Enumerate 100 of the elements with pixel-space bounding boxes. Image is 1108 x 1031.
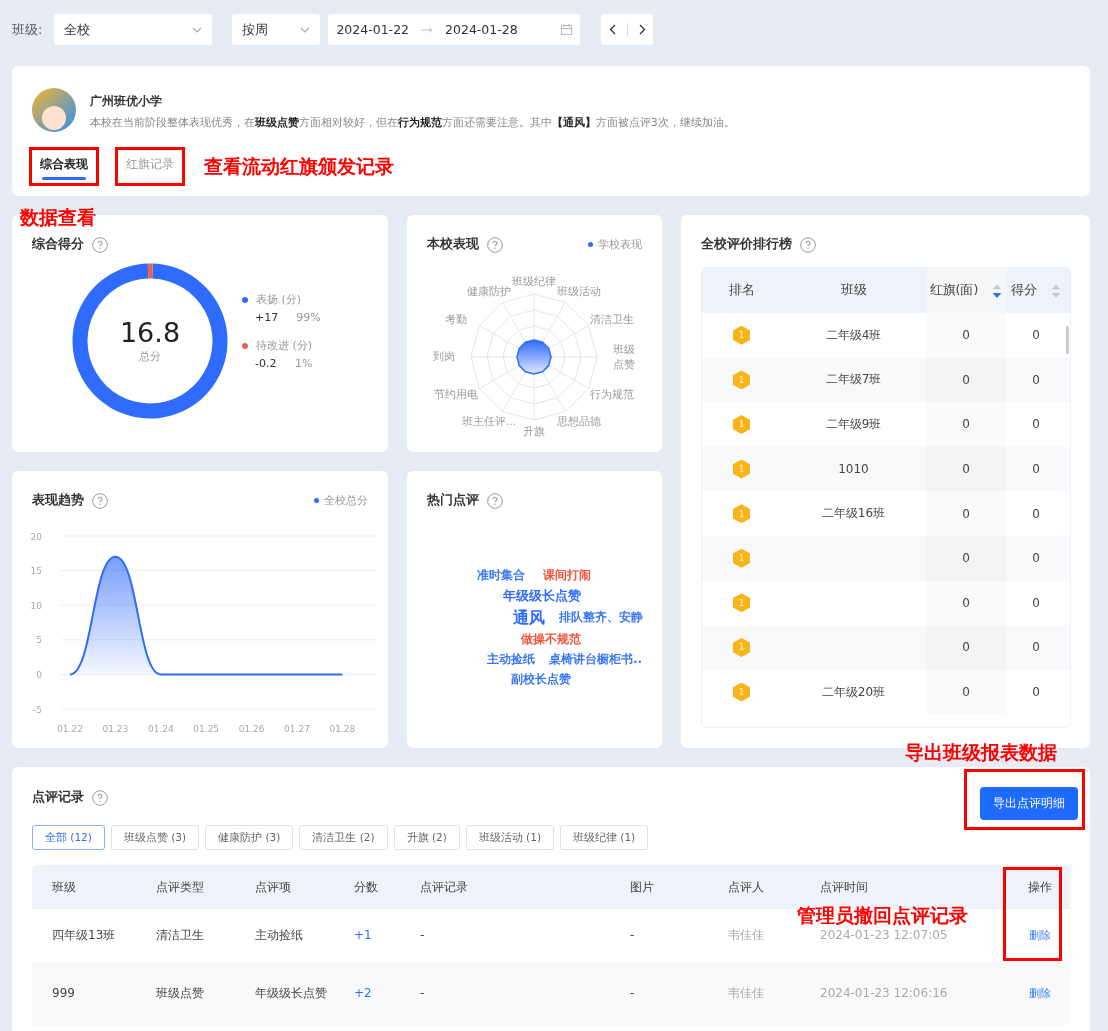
school-summary: 本校在当前阶段整体表现优秀，在班级点赞方面相对较好，但在行为规范方面还需要注意。其中【通风】方面被点评3次，继续加油。	[90, 116, 735, 130]
help-icon[interactable]	[487, 236, 503, 253]
word-cloud-term: 年级级长点赞	[503, 589, 581, 604]
table-cell: 0	[1032, 417, 1040, 432]
scrollbar[interactable]	[1066, 326, 1069, 354]
x-tick-label: 01.25	[193, 724, 220, 734]
axis-label: 班主任评...	[462, 414, 516, 429]
table-cell: 二年级9班	[825, 416, 882, 433]
help-icon[interactable]	[487, 492, 503, 509]
legend-percent: 1%	[295, 357, 313, 370]
table-cell: 0	[962, 685, 970, 700]
annotation-text: 查看流动红旗颁发记录	[204, 153, 394, 179]
table-cell-text: 韦佳佳	[728, 985, 765, 1002]
card-title: 点评记录	[32, 789, 84, 806]
filter-chip[interactable]: 清洁卫生 (2)	[299, 825, 388, 850]
card-title: 表现趋势	[32, 492, 84, 509]
delete-link[interactable]: 删除	[1029, 986, 1051, 1000]
table-cell: 二年级7班	[825, 371, 882, 389]
annotation-text: 导出班级报表数据	[905, 740, 1057, 765]
column-header: 图片	[630, 879, 655, 896]
table-cell: 0	[962, 372, 970, 387]
y-tick-label: 15	[30, 566, 42, 577]
table-cell: 0	[1032, 595, 1040, 610]
column-header: 分数	[354, 879, 379, 896]
word-cloud-term: 课间打闹	[543, 569, 591, 583]
rank-badge: 1	[733, 504, 750, 524]
y-tick-label: -5	[33, 704, 42, 715]
column-header: 点评项	[255, 879, 292, 896]
table-cell: 0	[962, 595, 970, 610]
axis-label: 考勤	[445, 312, 468, 327]
table-cell: 二年级20班	[821, 683, 886, 701]
table-cell-text: -	[630, 927, 636, 944]
table-cell-text: 2024-01-23 12:06:16	[820, 985, 949, 1002]
school-name: 广州班优小学	[90, 93, 163, 110]
column-header: 点评类型	[156, 879, 205, 896]
word-cloud-term: 准时集合	[477, 569, 525, 583]
legend-label: 学校表现	[598, 237, 642, 252]
card-title: 全校评价排行榜	[701, 236, 792, 253]
chevron-right-icon	[638, 24, 646, 35]
table-cell: 0	[962, 328, 970, 343]
rank-badge: 1	[733, 637, 750, 657]
axis-label: 节约用电	[434, 387, 479, 402]
axis-label: 行为规范	[589, 387, 634, 402]
table-cell-text: 清洁卫生	[156, 927, 205, 944]
column-header: 班级	[839, 281, 868, 299]
calendar-icon	[561, 24, 573, 35]
delete-link[interactable]: 删除	[1029, 928, 1051, 942]
axis-label: 清洁卫生	[589, 312, 634, 327]
filter-chip[interactable]: 班级活动 (1)	[465, 825, 554, 850]
class-select[interactable]: 全校	[54, 14, 213, 45]
axis-label: 班级纪律	[512, 275, 556, 289]
y-tick-label: 0	[36, 669, 42, 680]
filter-chip[interactable]: 全部 (12)	[32, 825, 105, 850]
axis-label: 班级点赞	[612, 342, 636, 372]
column-header: 点评时间	[820, 879, 869, 896]
x-tick-label: 01.24	[147, 724, 174, 734]
rank-badge: 1	[733, 370, 750, 390]
help-icon[interactable]	[800, 236, 816, 253]
export-button[interactable]: 导出点评明细	[980, 787, 1078, 820]
annotation-text: 管理员撤回点评记录	[797, 903, 968, 928]
legend-value: +17	[255, 311, 279, 324]
arrow-right-icon	[421, 26, 434, 33]
table-cell: 二年级4班	[825, 326, 882, 344]
legend-label: 待改进 (分)	[256, 338, 313, 353]
column-header[interactable]: 得分	[1006, 268, 1066, 313]
table-cell: 0	[962, 506, 970, 521]
filter-chip[interactable]: 班级纪律 (1)	[560, 825, 649, 850]
table-cell: 0	[1032, 462, 1040, 477]
help-icon[interactable]	[92, 236, 108, 253]
avatar-icon	[32, 88, 76, 132]
table-cell: 0	[962, 551, 970, 566]
rank-badge: 1	[733, 415, 750, 434]
card-title: 本校表现	[427, 236, 479, 253]
tab[interactable]: 综合表现	[32, 150, 96, 183]
total-score: 16.8	[119, 318, 181, 348]
y-tick-label: 5	[36, 635, 42, 646]
help-icon[interactable]	[92, 789, 108, 806]
annotation-text: 数据查看	[20, 205, 96, 230]
table-cell-text: 999	[52, 985, 76, 1002]
help-icon[interactable]	[92, 492, 108, 509]
x-tick-label: 01.22	[57, 724, 83, 734]
axis-label: 班级活动	[557, 285, 601, 300]
period-select[interactable]: 按周	[232, 14, 321, 45]
table-cell: 0	[1032, 685, 1040, 700]
rank-badge: 1	[733, 325, 750, 345]
column-header[interactable]: 红旗(面)	[926, 268, 1006, 313]
table-cell: 1010	[838, 462, 869, 477]
filter-chip[interactable]: 健康防护 (3)	[205, 825, 294, 850]
filter-chip[interactable]: 升旗 (2)	[393, 825, 460, 850]
table-cell: 0	[962, 640, 970, 655]
axis-label: 思想品德	[557, 414, 601, 429]
x-tick-label: 01.28	[329, 724, 356, 734]
rank-badge: 1	[733, 682, 750, 702]
rank-badge: 1	[733, 593, 750, 613]
legend-dot	[314, 498, 319, 503]
table-cell-text: -	[420, 985, 426, 1002]
filter-chip[interactable]: 班级点赞 (3)	[110, 825, 200, 850]
table-cell-text: 班级点赞	[156, 985, 205, 1002]
table-cell-text: -	[420, 927, 426, 944]
date-range-picker[interactable]: 2024-01-22 2024-01-28	[328, 14, 581, 45]
